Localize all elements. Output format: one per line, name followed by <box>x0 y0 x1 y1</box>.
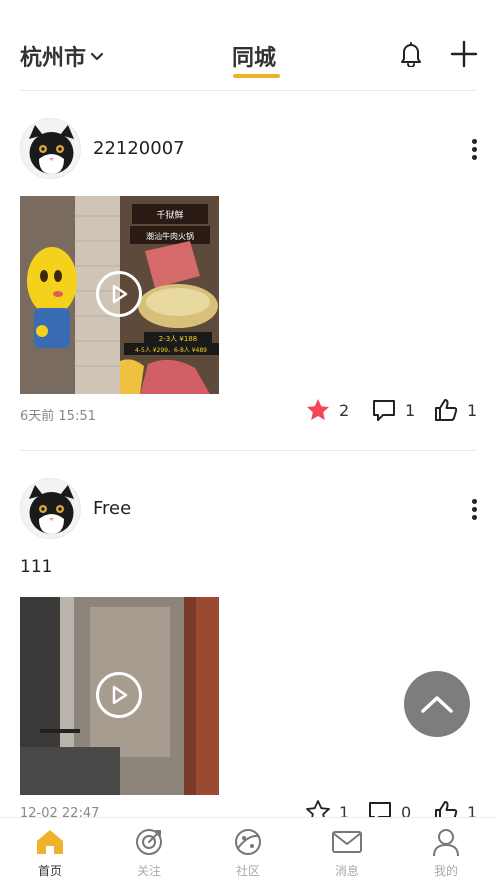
tab-home-label: 首页 <box>37 864 62 878</box>
more-options-icon[interactable] <box>470 138 478 162</box>
video-price-2: 4-5人 ¥299、6-8人 ¥489 <box>135 347 207 354</box>
video-price-1: 2-3人 ¥188 <box>159 335 197 343</box>
avatar[interactable] <box>20 478 81 539</box>
play-icon <box>112 284 128 304</box>
header-divider <box>20 90 477 91</box>
username[interactable]: 22120007 <box>93 138 185 159</box>
username[interactable]: Free <box>93 498 131 519</box>
star-filled-icon <box>307 399 329 420</box>
chevron-down-icon <box>90 52 104 61</box>
thumbs-up-icon <box>435 399 458 421</box>
scroll-to-top-button[interactable] <box>404 671 470 737</box>
favorite-count: 2 <box>339 400 350 420</box>
video-thumbnail[interactable]: 千狱鲜 潮汕牛肉火锅 2-3人 ¥188 4-5人 ¥299、6-8人 ¥489 <box>20 196 219 394</box>
city-selector[interactable]: 杭州市 <box>20 40 104 72</box>
post-actions: 2 1 1 <box>300 397 490 425</box>
post-time: 6天前 15:51 <box>20 409 96 424</box>
video-thumbnail[interactable] <box>20 597 219 795</box>
play-button[interactable] <box>96 672 142 718</box>
target-icon <box>136 829 162 855</box>
comment-icon <box>373 400 395 421</box>
header: 杭州市 同城 <box>0 0 497 92</box>
cat-avatar-image <box>21 479 80 538</box>
tab-nearby[interactable]: 同城 <box>232 40 276 72</box>
chevron-up-icon <box>421 696 453 713</box>
user-icon <box>433 829 459 857</box>
tab-follow[interactable]: 关注 <box>119 826 179 879</box>
post-divider <box>20 450 477 451</box>
tab-community-label: 社区 <box>235 864 260 878</box>
favorite-button[interactable]: 2 <box>305 397 349 423</box>
bell-icon[interactable] <box>399 41 423 67</box>
tab-profile[interactable]: 我的 <box>416 826 476 879</box>
tab-community[interactable]: 社区 <box>218 826 278 879</box>
home-icon <box>37 830 63 854</box>
post-text: 111 <box>20 557 53 577</box>
like-count: 1 <box>467 400 478 420</box>
bottom-tab-bar: 首页 关注 社区 消息 我的 <box>0 817 497 883</box>
planet-icon <box>235 829 261 855</box>
cat-avatar-image <box>21 119 80 178</box>
video-caption-line2: 潮汕牛肉火锅 <box>146 231 194 241</box>
play-icon <box>112 685 128 705</box>
more-options-icon[interactable] <box>470 498 478 522</box>
mail-icon <box>332 831 362 853</box>
plus-icon[interactable] <box>450 40 478 68</box>
comment-button[interactable]: 1 <box>371 397 415 423</box>
like-button[interactable]: 1 <box>433 397 477 423</box>
tab-messages[interactable]: 消息 <box>317 826 377 879</box>
tab-home[interactable]: 首页 <box>20 826 80 879</box>
tab-messages-label: 消息 <box>334 864 359 878</box>
tab-active-indicator <box>233 74 280 78</box>
tab-follow-label: 关注 <box>136 864 161 878</box>
play-button[interactable] <box>96 271 142 317</box>
avatar[interactable] <box>20 118 81 179</box>
comment-count: 1 <box>405 400 416 420</box>
video-caption-line1: 千狱鲜 <box>156 209 183 221</box>
tab-profile-label: 我的 <box>433 864 458 878</box>
city-label: 杭州市 <box>20 46 87 71</box>
